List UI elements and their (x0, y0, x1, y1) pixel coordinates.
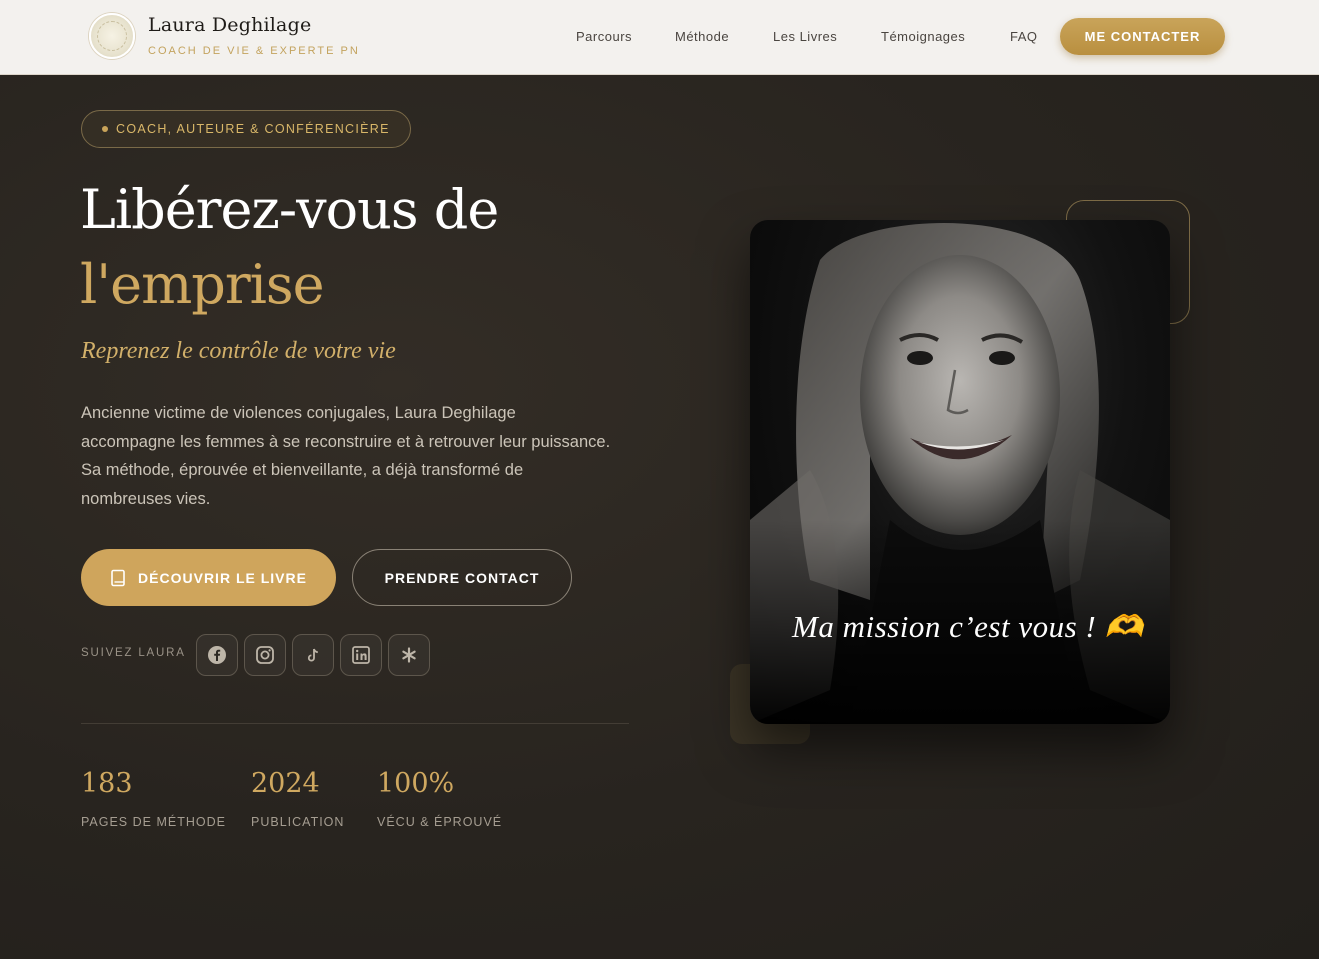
facebook-link[interactable] (196, 634, 238, 676)
instagram-link[interactable] (244, 634, 286, 676)
nav-parcours[interactable]: Parcours (576, 29, 632, 44)
other-social-link[interactable] (388, 634, 430, 676)
linkedin-link[interactable] (340, 634, 382, 676)
nav-les-livres[interactable]: Les Livres (773, 29, 837, 44)
brand-logo-link[interactable]: Laura Deghilage COACH DE VIE & EXPERTE P… (89, 13, 360, 59)
site-header: Laura Deghilage COACH DE VIE & EXPERTE P… (0, 0, 1319, 75)
brand-subtitle: COACH DE VIE & EXPERTE PN (148, 44, 360, 57)
stat-proven-label: VÉCU & ÉPROUVÉ (377, 815, 503, 829)
follow-label: SUIVEZ LAURA (81, 647, 186, 659)
role-tag-label: COACH, AUTEURE & CONFÉRENCIÈRE (116, 122, 390, 136)
discover-book-button[interactable]: DÉCOUVRIR LE LIVRE (81, 549, 336, 606)
logo-badge (89, 13, 135, 59)
photo-caption: Ma mission c’est vous ! 🫶 (792, 609, 1144, 644)
portrait-photo: Ma mission c’est vous ! 🫶 (750, 220, 1170, 724)
hero-title-line1: Libérez-vous de (80, 178, 499, 241)
linkedin-icon (352, 646, 370, 664)
tag-dot-icon (102, 126, 108, 132)
brand-name: Laura Deghilage (148, 13, 312, 36)
logo-emblem-icon (97, 21, 127, 51)
hero-title-line2: l'emprise (80, 253, 325, 316)
role-tag: COACH, AUTEURE & CONFÉRENCIÈRE (81, 110, 411, 148)
asterisk-icon (402, 647, 416, 663)
stat-pages-label: PAGES DE MÉTHODE (81, 815, 226, 829)
brand-block: Laura Deghilage COACH DE VIE & EXPERTE P… (148, 14, 360, 57)
stat-publication-label: PUBLICATION (251, 815, 345, 829)
stats-divider (81, 723, 629, 724)
nav-faq[interactable]: FAQ (1010, 29, 1038, 44)
portrait-image (750, 222, 1170, 724)
take-contact-button[interactable]: PRENDRE CONTACT (352, 549, 572, 606)
hero-intro: Ancienne victime de violences conjugales… (81, 404, 611, 509)
nav-methode[interactable]: Méthode (675, 29, 729, 44)
stat-proven-value: 100% (377, 768, 455, 799)
facebook-icon (208, 646, 226, 664)
stat-publication-value: 2024 (251, 768, 320, 799)
tiktok-icon (307, 648, 318, 662)
hero-tagline: Reprenez le contrôle de votre vie (81, 338, 396, 364)
book-icon (111, 569, 125, 586)
stat-pages-value: 183 (81, 768, 133, 799)
contact-button[interactable]: ME CONTACTER (1060, 18, 1225, 55)
discover-book-label: DÉCOUVRIR LE LIVRE (138, 569, 307, 586)
nav-temoignages[interactable]: Témoignages (881, 29, 965, 44)
tiktok-link[interactable] (292, 634, 334, 676)
instagram-icon (256, 646, 274, 664)
